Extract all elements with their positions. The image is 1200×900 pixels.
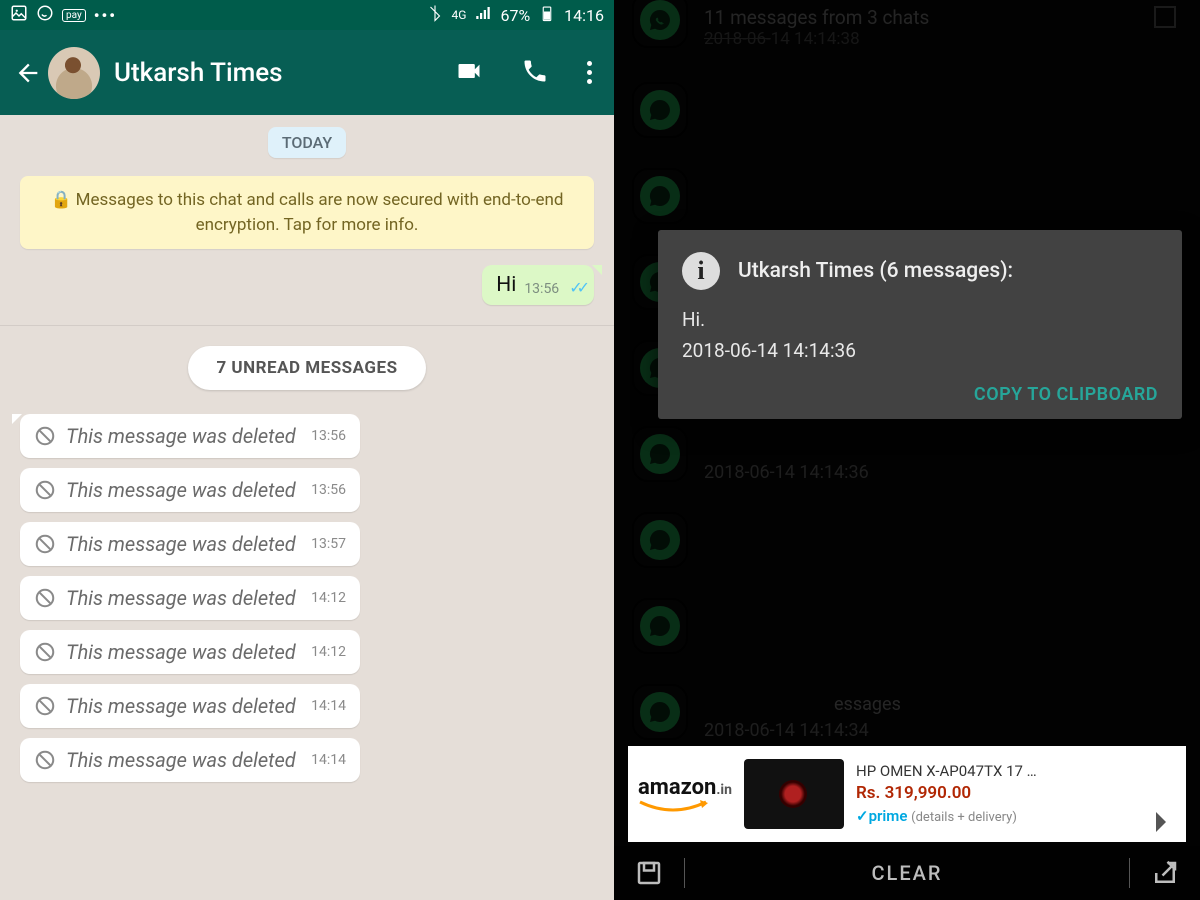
notification-log-pane: 11 messages from 3 chats 2018-06-14 14:1… [614,0,1200,900]
chat-header[interactable]: Utkarsh Times [0,30,614,115]
message-incoming[interactable]: This message was deleted 13:56 [20,468,360,512]
message-incoming[interactable]: This message was deleted 14:12 [20,576,360,620]
encryption-notice[interactable]: 🔒Messages to this chat and calls are now… [20,176,594,249]
lock-icon: 🔒 [50,188,71,213]
dialog-line: 2018-06-14 14:14:36 [682,339,1158,362]
deleted-icon [34,533,56,555]
message-time: 14:12 [311,590,346,606]
voice-call-icon[interactable] [521,57,549,89]
encryption-text: Messages to this chat and calls are now … [76,190,564,235]
pay-icon: pay [62,9,86,22]
contact-avatar[interactable] [48,47,100,99]
android-status-bar: pay ••• 4G 67% 14:16 [0,0,614,30]
bluetooth-icon [426,4,444,26]
share-button[interactable] [1130,858,1200,888]
message-time: 13:56 [524,281,559,297]
message-time: 14:12 [311,644,346,660]
read-receipt-icon: ✓✓ [569,278,584,297]
whatsapp-chat-pane: pay ••• 4G 67% 14:16 Utkarsh Times TODAY… [0,0,614,900]
contact-name[interactable]: Utkarsh Times [114,58,455,88]
deleted-icon [34,479,56,501]
message-time: 13:56 [311,482,346,498]
message-time: 13:56 [311,428,346,444]
copy-dialog: i Utkarsh Times (6 messages): Hi. 2018-0… [658,230,1182,419]
info-icon: i [682,252,720,290]
battery-icon [538,4,556,26]
message-incoming[interactable]: This message was deleted 14:14 [20,684,360,728]
video-call-icon[interactable] [455,57,483,89]
divider [0,325,614,326]
message-time: 14:14 [311,752,346,768]
copy-to-clipboard-button[interactable]: COPY TO CLIPBOARD [974,384,1158,405]
unread-count-chip: 7 UNREAD MESSAGES [188,346,425,390]
message-time: 14:14 [311,698,346,714]
whatsapp-icon [36,4,54,26]
battery-percent: 67% [500,6,530,25]
message-time: 13:57 [311,536,346,552]
deleted-text: This message was deleted [66,478,301,502]
deleted-text: This message was deleted [66,748,301,772]
deleted-text: This message was deleted [66,532,301,556]
date-separator: TODAY [268,127,346,158]
back-icon[interactable] [14,59,42,87]
prime-badge: ✓prime [856,807,907,825]
deleted-icon [34,749,56,771]
message-incoming[interactable]: This message was deleted 13:56 [20,414,360,458]
message-incoming[interactable]: This message was deleted 14:14 [20,738,360,782]
adchoices-icon[interactable] [1156,812,1176,832]
save-button[interactable] [614,858,684,888]
product-thumb [744,759,844,829]
dialog-title: Utkarsh Times (6 messages): [738,259,1013,283]
ad-details: (details + delivery) [911,810,1017,825]
overflow-menu-icon[interactable] [587,61,592,84]
bottom-action-bar: CLEAR [614,846,1200,900]
message-text: Hi [496,273,516,297]
more-notifications-icon: ••• [94,6,117,25]
signal-icon [474,4,492,26]
message-incoming[interactable]: This message was deleted 14:12 [20,630,360,674]
ad-price: Rs. 319,990.00 [856,782,1144,806]
network-4g-label: 4G [452,8,467,22]
gallery-icon [10,4,28,26]
deleted-text: This message was deleted [66,694,301,718]
deleted-icon [34,695,56,717]
dialog-line: Hi. [682,308,1158,331]
ad-banner[interactable]: amazon.in HP OMEN X-AP047TX 17 … Rs. 319… [628,746,1186,842]
message-outgoing[interactable]: Hi 13:56 ✓✓ [482,265,594,305]
ad-product-name: HP OMEN X-AP047TX 17 … [856,761,1144,782]
message-incoming[interactable]: This message was deleted 13:57 [20,522,360,566]
amazon-logo: amazon.in [638,775,732,814]
clock-time: 14:16 [564,6,604,25]
deleted-icon [34,641,56,663]
deleted-text: This message was deleted [66,586,301,610]
deleted-text: This message was deleted [66,640,301,664]
deleted-text: This message was deleted [66,424,301,448]
deleted-icon [34,425,56,447]
deleted-icon [34,587,56,609]
chat-scroll-area[interactable]: TODAY 🔒Messages to this chat and calls a… [0,115,614,900]
clear-button[interactable]: CLEAR [685,861,1129,885]
